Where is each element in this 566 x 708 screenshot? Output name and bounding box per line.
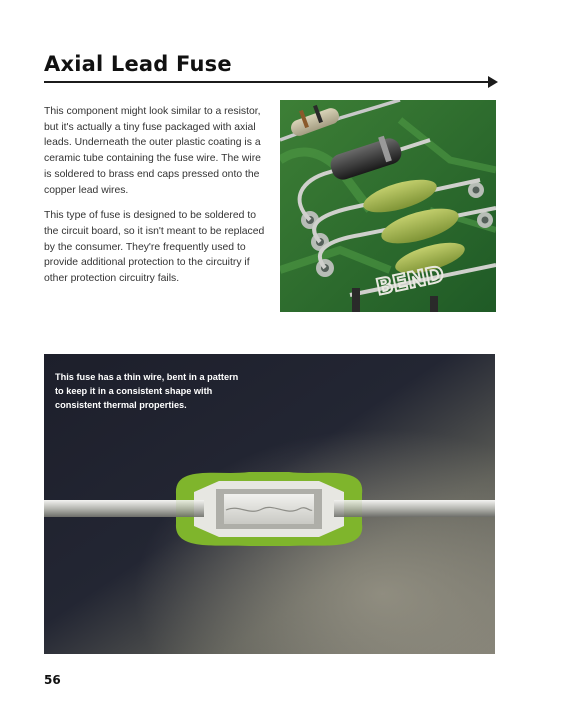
page-title: Axial Lead Fuse <box>44 52 232 76</box>
photo-caption: This fuse has a thin wire, bent in a pat… <box>55 372 239 410</box>
paragraph-1: This component might look similar to a r… <box>44 106 261 196</box>
circuit-board-photo: BEND <box>280 100 496 312</box>
xray-fuse-photo: This fuse has a thin wire, bent in a pat… <box>44 354 495 654</box>
title-rule <box>44 81 492 83</box>
page-number: 56 <box>44 673 61 687</box>
paragraph-2: This type of fuse is designed to be sold… <box>44 210 265 285</box>
title-rule-arrow <box>488 76 498 88</box>
body-text: This component might look similar to a r… <box>44 104 266 297</box>
circuit-board-illustration: BEND <box>280 100 496 312</box>
